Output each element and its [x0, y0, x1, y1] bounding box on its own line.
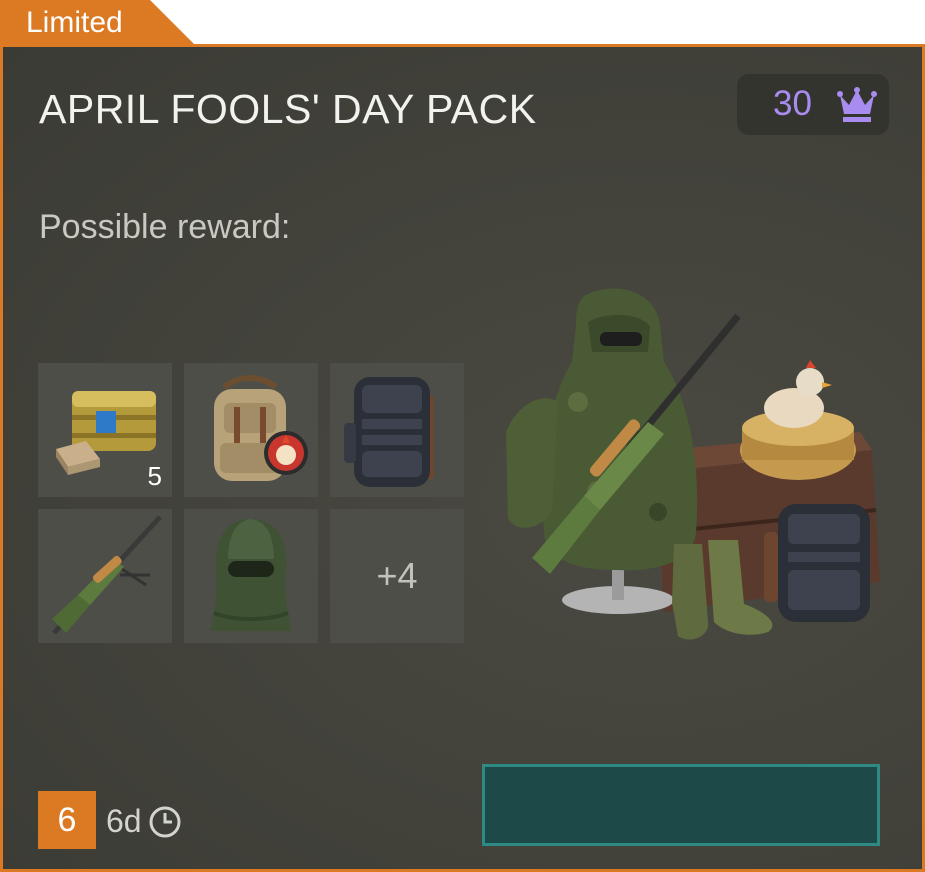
pack-title: APRIL FOOLS' DAY PACK: [39, 86, 537, 132]
pack-counter: 6: [38, 791, 96, 849]
reward-tile-tactical-backpack[interactable]: [330, 363, 464, 497]
timer-label: 6d: [106, 803, 142, 839]
reward-tile-chicken-backpack[interactable]: [184, 363, 318, 497]
tactical-backpack-icon: [344, 377, 434, 487]
reward-tile-more[interactable]: +4: [330, 509, 464, 643]
limited-badge: Limited: [0, 0, 196, 46]
clock-icon: [149, 806, 181, 838]
buy-button[interactable]: [482, 764, 880, 846]
price-badge: 30: [737, 74, 889, 135]
reward-count: 5: [147, 461, 162, 491]
reward-tile-balaclava[interactable]: [184, 509, 318, 643]
possible-reward-heading: Possible reward:: [39, 208, 291, 246]
crown-icon: [837, 87, 877, 122]
pack-illustration: [506, 288, 880, 640]
backpack-icon: [214, 375, 308, 481]
reward-tile-sniper-rifle[interactable]: [38, 509, 172, 643]
reward-tile-ration[interactable]: 5: [38, 363, 172, 497]
limited-label: Limited: [26, 6, 123, 39]
sniper-rifle-icon: [52, 515, 162, 635]
balaclava-icon: [210, 519, 292, 631]
more-rewards-label: +4: [376, 555, 418, 596]
price-value: 30: [773, 84, 812, 123]
